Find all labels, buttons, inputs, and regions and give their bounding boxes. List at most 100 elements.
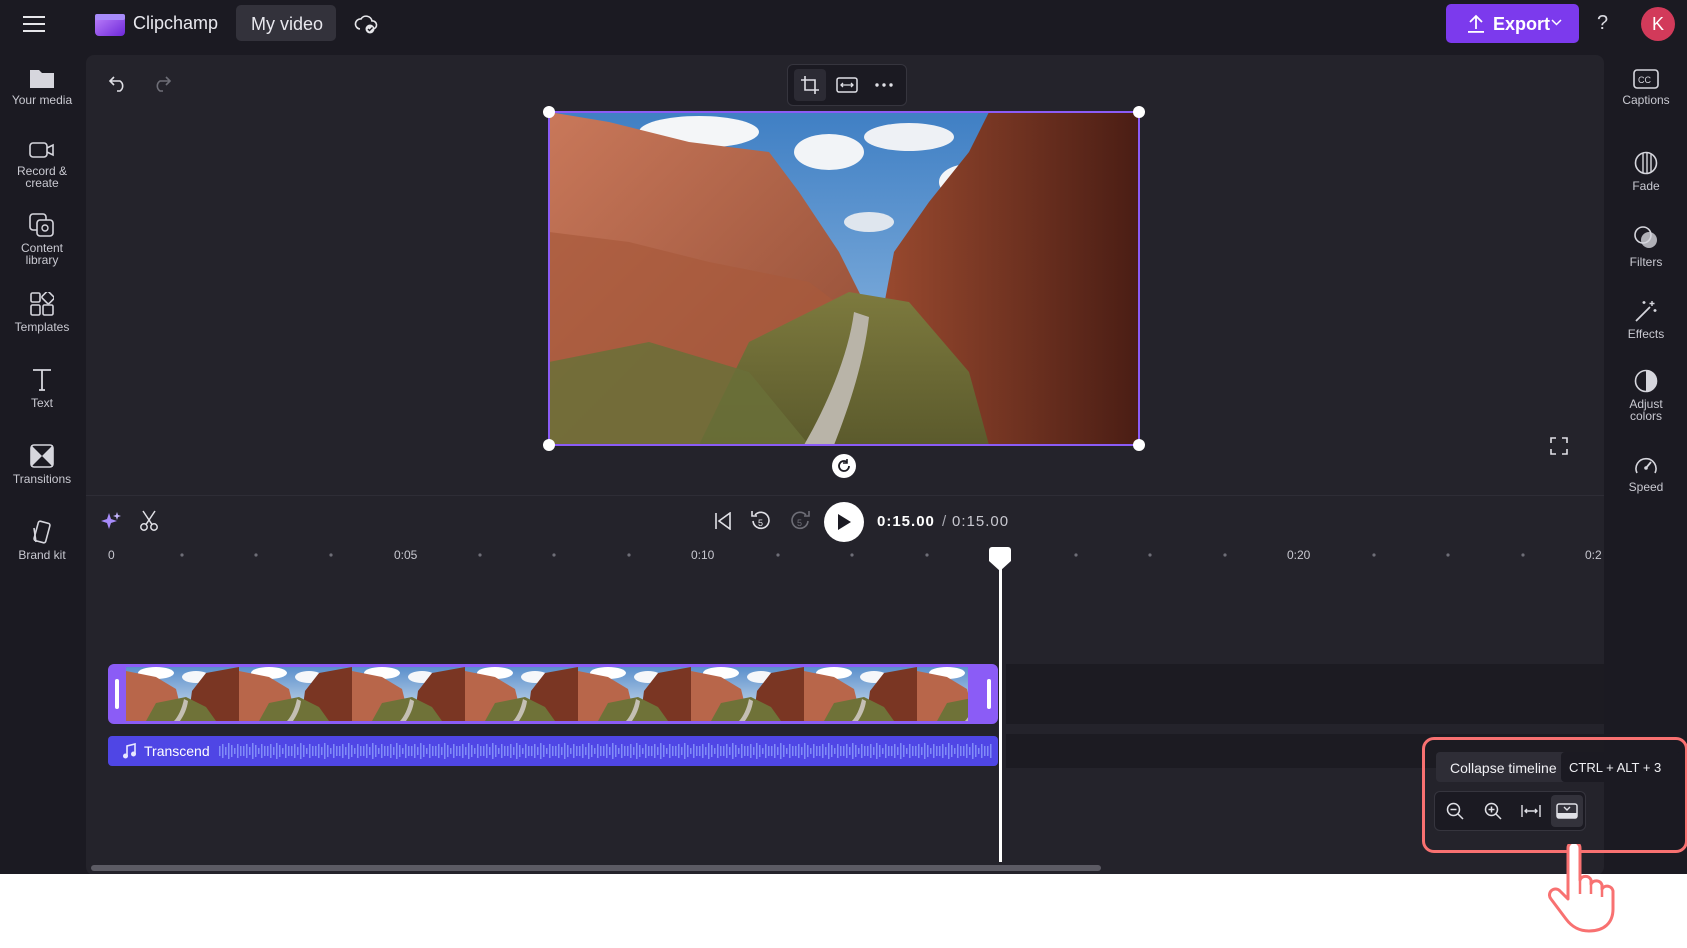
- sidebar-item-label: Text: [30, 396, 53, 410]
- brand-kit-icon: [33, 520, 51, 544]
- timeline-ruler[interactable]: 0 0:05 0:10 0:20 0:2: [86, 546, 1604, 566]
- sidebar-item-brand-kit[interactable]: Brand kit: [0, 520, 84, 561]
- filters-icon: [1634, 226, 1657, 248]
- video-preview[interactable]: [543, 106, 1145, 451]
- zoom-out-icon[interactable]: [1441, 797, 1469, 825]
- clip-thumbnails: [126, 667, 968, 721]
- clip-trim-handle-right[interactable]: [987, 679, 991, 709]
- skip-to-start-icon[interactable]: [710, 508, 736, 534]
- audio-waveform: [218, 739, 993, 763]
- timeline-panel: 5 5 0:15.00 / 0:15.00 0 0:05 0:10 0:20 0…: [86, 495, 1687, 874]
- rewind-5-icon[interactable]: 5: [747, 506, 775, 536]
- resize-handle-top-left[interactable]: [543, 106, 555, 118]
- resize-handle-bottom-left[interactable]: [543, 439, 555, 451]
- property-label: Captions: [1622, 93, 1670, 107]
- property-filters[interactable]: Filters: [1604, 225, 1687, 268]
- text-icon: [33, 369, 51, 391]
- sidebar-item-templates[interactable]: Templates: [0, 292, 84, 333]
- sidebar-item-label: Your media: [11, 93, 73, 107]
- avatar[interactable]: K: [1641, 7, 1675, 41]
- tooltip: Collapse timeline: [1436, 752, 1576, 782]
- collapse-timeline-icon: [1556, 803, 1578, 819]
- tooltip-shortcut-text: CTRL + ALT + 3: [1569, 760, 1662, 775]
- templates-icon: [30, 292, 54, 316]
- hamburger-menu-icon[interactable]: [20, 10, 48, 38]
- property-speed[interactable]: Speed: [1604, 454, 1687, 493]
- fade-icon: [1634, 151, 1658, 175]
- library-icon: [29, 213, 54, 237]
- captions-icon: CC: [1633, 69, 1659, 89]
- cloud-sync-icon[interactable]: [352, 10, 380, 38]
- total-time: 0:15.00: [952, 513, 1010, 530]
- clip-trim-handle-left[interactable]: [115, 679, 119, 709]
- help-button[interactable]: ?: [1597, 12, 1608, 35]
- preview-stage: [86, 55, 1604, 495]
- hand-cursor-icon: [1548, 844, 1616, 934]
- sidebar-item-your-media[interactable]: Your media: [0, 67, 84, 106]
- timeline-scrollbar[interactable]: [91, 865, 1101, 871]
- property-fade[interactable]: Fade: [1604, 151, 1687, 192]
- zoom-in-icon[interactable]: [1479, 797, 1507, 825]
- transitions-icon: [30, 444, 54, 468]
- video-clip[interactable]: [108, 664, 998, 724]
- fullscreen-icon[interactable]: [1546, 433, 1572, 459]
- music-note-icon: [122, 743, 136, 759]
- adjust-colors-icon: [1634, 369, 1658, 393]
- sidebar-item-record-create[interactable]: Record & create: [0, 140, 84, 189]
- rewind-seconds-label: 5: [758, 518, 764, 528]
- left-sidebar: Your media Record & create Content libra…: [0, 55, 84, 874]
- sidebar-item-label: Content library: [20, 241, 64, 267]
- property-label: Fade: [1632, 179, 1660, 193]
- forward-5-icon[interactable]: 5: [786, 506, 814, 536]
- audio-clip-label: Transcend: [144, 743, 210, 759]
- resize-handle-top-right[interactable]: [1133, 106, 1145, 118]
- sidebar-item-transitions[interactable]: Transitions: [0, 444, 84, 485]
- playhead-handle[interactable]: [989, 547, 1011, 571]
- property-captions[interactable]: CC Captions: [1604, 69, 1687, 106]
- play-button[interactable]: [824, 502, 864, 542]
- current-time: 0:15.00: [877, 513, 935, 530]
- tooltip-text: Collapse timeline: [1450, 760, 1557, 776]
- rotate-icon[interactable]: [832, 454, 856, 478]
- sidebar-item-label: Transitions: [12, 472, 72, 486]
- property-label: Effects: [1627, 327, 1665, 341]
- property-effects[interactable]: Effects: [1604, 299, 1687, 340]
- more-options-icon[interactable]: [868, 69, 900, 101]
- ruler-ticks: [180, 553, 1525, 557]
- redo-icon[interactable]: [148, 69, 176, 97]
- fit-timeline-icon[interactable]: [1517, 797, 1545, 825]
- project-title: My video: [251, 14, 324, 34]
- property-label: Speed: [1628, 480, 1664, 494]
- svg-text:CC: CC: [1638, 75, 1651, 85]
- export-label: Export: [1493, 14, 1551, 34]
- top-bar: Clipchamp My video Export ? K: [0, 0, 1687, 48]
- camera-icon: [29, 142, 54, 158]
- undo-icon[interactable]: [104, 69, 132, 97]
- project-title-button[interactable]: My video: [236, 5, 336, 41]
- sidebar-item-text[interactable]: Text: [0, 368, 84, 409]
- fit-icon[interactable]: [831, 69, 863, 101]
- clipchamp-app: Clipchamp My video Export ? K Your media…: [0, 0, 1687, 874]
- collapse-timeline-button[interactable]: [1551, 795, 1583, 827]
- crop-icon[interactable]: [794, 69, 826, 101]
- zoom-controls: [1434, 791, 1586, 831]
- sidebar-item-content-library[interactable]: Content library: [0, 213, 84, 266]
- tooltip-shortcut: CTRL + ALT + 3: [1561, 752, 1681, 782]
- playhead-line: [999, 562, 1002, 862]
- clipchamp-logo-icon: [94, 10, 126, 38]
- forward-seconds-label: 5: [797, 518, 803, 528]
- play-icon: [838, 514, 851, 530]
- property-label: Filters: [1629, 255, 1663, 269]
- property-adjust-colors[interactable]: Adjust colors: [1604, 369, 1687, 422]
- app-name: Clipchamp: [133, 13, 219, 33]
- video-track-lane: [1006, 664, 1604, 724]
- upload-icon: [1467, 14, 1485, 34]
- chevron-down-icon: [1551, 19, 1562, 26]
- audio-clip[interactable]: Transcend: [108, 736, 998, 766]
- sidebar-item-label: Brand kit: [18, 548, 66, 562]
- export-button[interactable]: Export: [1446, 4, 1579, 43]
- sidebar-item-label: Record & create: [16, 164, 68, 190]
- sparkle-icon[interactable]: [98, 508, 124, 534]
- split-scissors-icon[interactable]: [136, 508, 162, 534]
- resize-handle-bottom-right[interactable]: [1133, 439, 1145, 451]
